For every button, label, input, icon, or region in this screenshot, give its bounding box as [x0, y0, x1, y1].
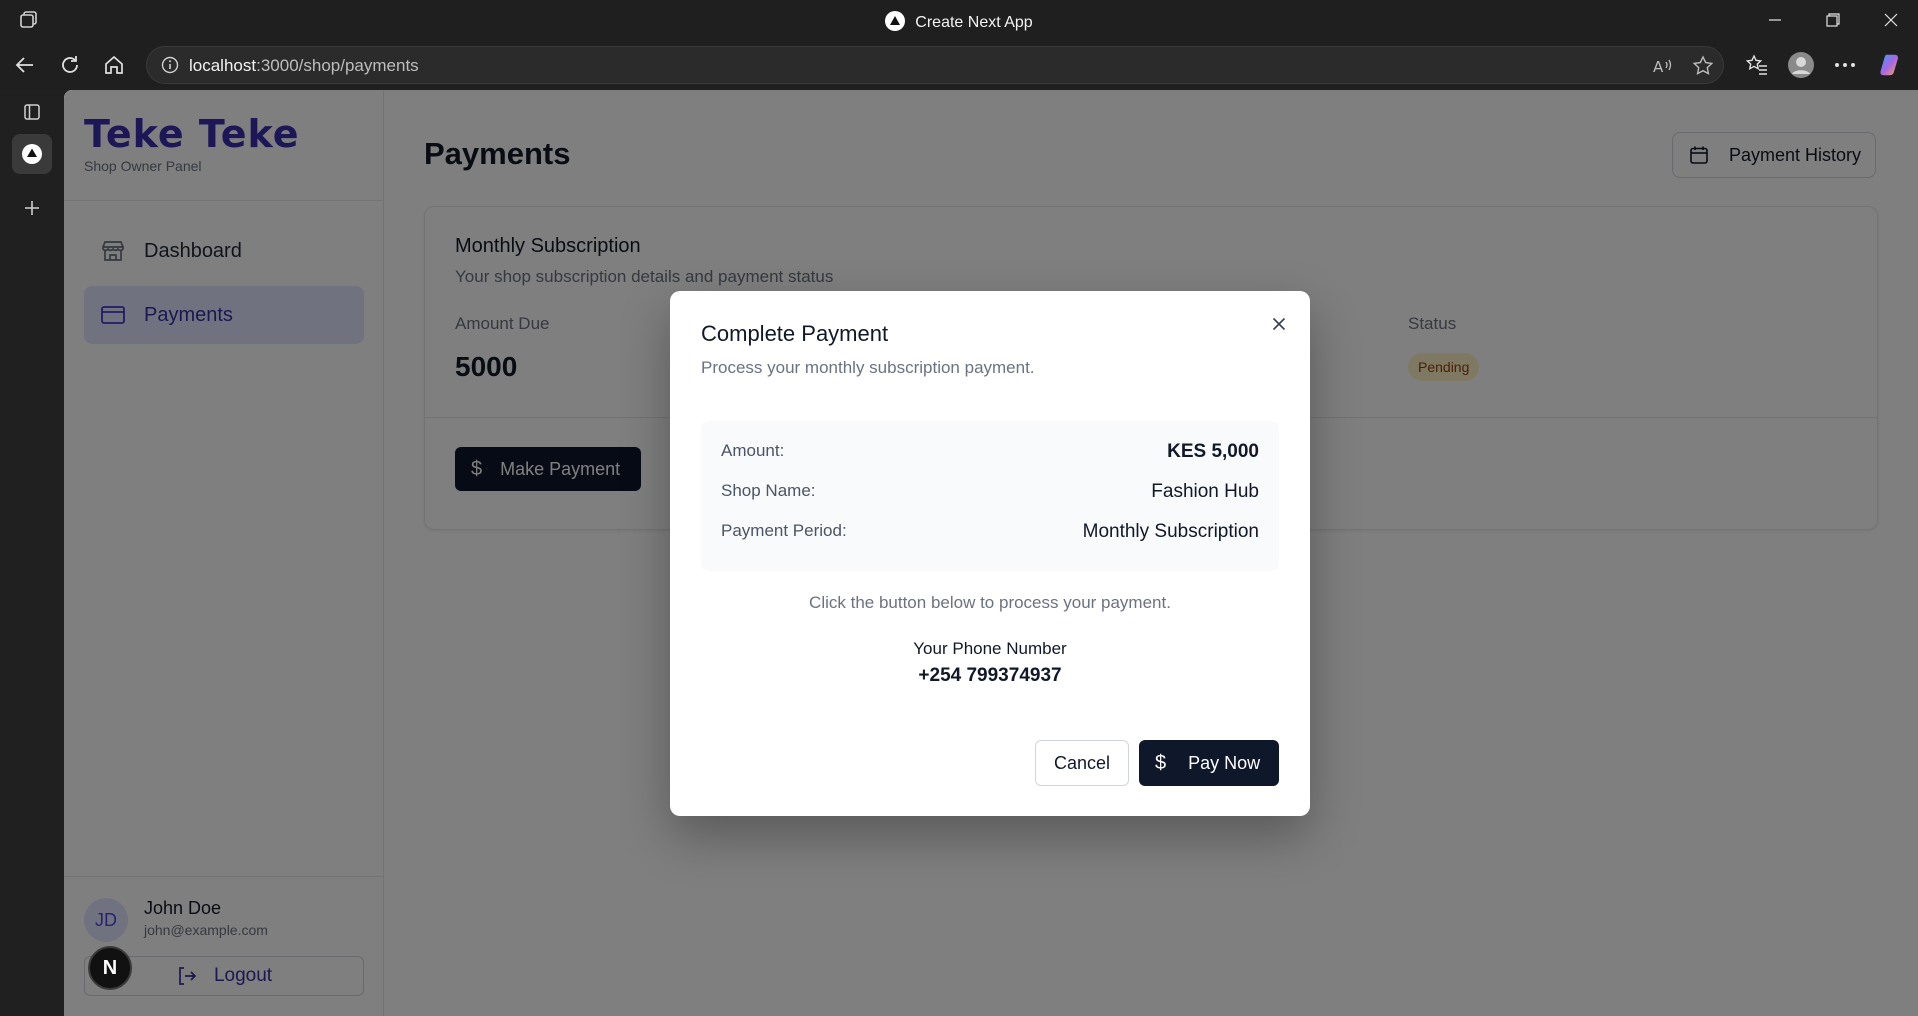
summary-value: KES 5,000: [1167, 441, 1259, 462]
url-text: localhost:3000/shop/payments: [189, 56, 419, 76]
minimize-button[interactable]: [1752, 6, 1798, 34]
summary-value: Fashion Hub: [1151, 481, 1259, 502]
svg-text:A: A: [1653, 58, 1664, 76]
summary-row-amount: Amount: KES 5,000: [721, 437, 1259, 467]
refresh-icon[interactable]: [57, 52, 83, 78]
copilot-icon[interactable]: [1878, 52, 1904, 78]
pay-now-button[interactable]: $ Pay Now: [1139, 740, 1279, 786]
pay-now-label: Pay Now: [1188, 752, 1261, 773]
cancel-button[interactable]: Cancel: [1035, 740, 1129, 786]
phone-number-label: Your Phone Number: [913, 639, 1067, 658]
payment-summary: Amount: KES 5,000 Shop Name: Fashion Hub…: [701, 421, 1279, 571]
home-icon[interactable]: [101, 52, 127, 78]
tab-actions-icon[interactable]: [12, 92, 52, 132]
url-path: :3000/shop/payments: [256, 56, 419, 75]
vertical-tab-strip: [0, 90, 64, 1016]
summary-key: Shop Name:: [721, 481, 816, 500]
profile-avatar-icon[interactable]: [1786, 50, 1816, 80]
dollar-icon: $: [1155, 751, 1167, 774]
window-title-text: Create Next App: [915, 14, 1033, 31]
nextjs-dev-badge[interactable]: N: [88, 946, 132, 990]
url-host: localhost: [189, 56, 257, 75]
dialog-description: Process your monthly subscription paymen…: [701, 358, 1035, 377]
phone-number-value: +254 799374937: [918, 665, 1062, 686]
summary-row-payment-period: Payment Period: Monthly Subscription: [721, 517, 1259, 547]
new-tab-icon[interactable]: [12, 188, 52, 228]
summary-key: Amount:: [721, 441, 785, 460]
read-aloud-icon[interactable]: A: [1651, 54, 1675, 78]
dialog-title: Complete Payment: [701, 321, 889, 346]
restore-button[interactable]: [1810, 6, 1856, 34]
favorites-icon[interactable]: [1744, 52, 1770, 78]
more-options-icon[interactable]: [1832, 52, 1858, 78]
summary-key: Payment Period:: [721, 521, 847, 540]
dialog-hint: Click the button below to process your p…: [809, 593, 1171, 612]
back-icon[interactable]: [12, 52, 38, 78]
summary-row-shop-name: Shop Name: Fashion Hub: [721, 477, 1259, 507]
favorite-star-icon[interactable]: [1691, 54, 1715, 78]
summary-value: Monthly Subscription: [1082, 521, 1259, 542]
browser-titlebar: Create Next App: [0, 0, 1918, 40]
nextjs-favicon-icon: [885, 11, 906, 31]
close-icon[interactable]: [1268, 313, 1290, 335]
tab-create-next-app[interactable]: [12, 134, 52, 174]
address-bar[interactable]: localhost:3000/shop/payments A: [146, 46, 1724, 84]
window-title: Create Next App: [0, 11, 1918, 32]
close-window-button[interactable]: [1868, 6, 1914, 34]
complete-payment-dialog: Complete Payment Process your monthly su…: [670, 291, 1310, 816]
site-info-icon[interactable]: [161, 56, 179, 79]
